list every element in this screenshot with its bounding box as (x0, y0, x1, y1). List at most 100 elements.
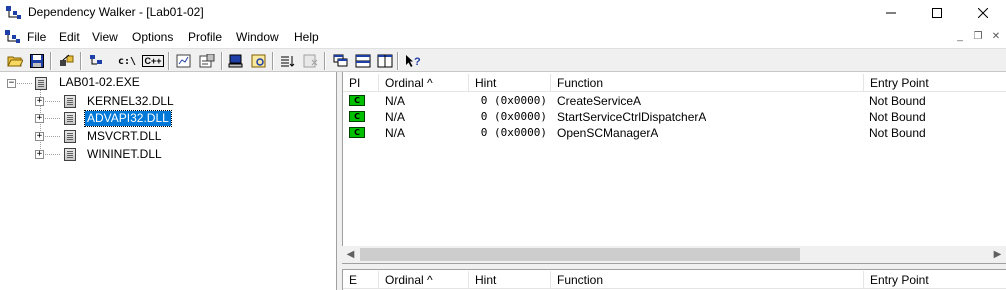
menu-options[interactable]: Options (132, 30, 173, 44)
menu-window[interactable]: Window (236, 30, 279, 44)
minimize-button[interactable] (868, 0, 914, 26)
undecorate-cpp-label: C++ (142, 55, 164, 67)
dll-module-icon (64, 130, 76, 143)
tree-module-msvcrt[interactable]: MSVCRT.DLL (85, 129, 163, 144)
scroll-left-icon[interactable]: ◀ (342, 246, 359, 263)
column-e[interactable]: E (343, 271, 379, 289)
sort-button[interactable] (276, 51, 298, 71)
find-icon (60, 54, 74, 66)
table-row[interactable]: C N/A 0 (0x0000) OpenSCManagerA Not Boun… (343, 125, 1006, 141)
tree-module-wininet[interactable]: WININET.DLL (85, 147, 164, 162)
toolbar-separator (397, 52, 399, 70)
tree-module-advapi32[interactable]: ADVAPI32.DLL (84, 110, 172, 127)
module-tree[interactable]: − LAB01-02.EXE + KERNEL32.DLL + ADVAPI32… (0, 72, 337, 290)
menu-help[interactable]: Help (294, 30, 319, 44)
mdi-close-icon[interactable]: ✕ (988, 31, 1004, 45)
imports-header: PI Ordinal ^ Hint Function Entry Point (343, 74, 1006, 92)
table-row[interactable]: C N/A 0 (0x0000) StartServiceCtrlDispatc… (343, 109, 1006, 125)
horizontal-scrollbar[interactable]: ◀ ▶ (342, 246, 1006, 263)
mdi-child-icon[interactable] (5, 30, 21, 44)
column-entry-point[interactable]: Entry Point (864, 74, 1006, 92)
save-icon (30, 54, 44, 68)
column-function[interactable]: Function (551, 74, 864, 92)
cell-hint: 0 (0x0000) (480, 110, 547, 123)
menu-bar: File Edit View Options Profile Window He… (0, 27, 1006, 47)
tree-module-kernel32[interactable]: KERNEL32.DLL (85, 94, 176, 109)
column-entry-point[interactable]: Entry Point (864, 271, 1006, 289)
cell-entry-point: Not Bound (869, 126, 926, 140)
table-row[interactable]: C N/A 0 (0x0000) CreateServiceA Not Boun… (343, 93, 1006, 109)
properties-button[interactable] (196, 51, 218, 71)
column-hint[interactable]: Hint (469, 271, 551, 289)
tile-horizontal-button[interactable] (352, 51, 374, 71)
imports-list[interactable]: PI Ordinal ^ Hint Function Entry Point C… (342, 72, 1006, 264)
tree-connector (17, 83, 32, 84)
toolbar-separator (272, 52, 274, 70)
find-button[interactable] (56, 51, 78, 71)
cell-function: CreateServiceA (557, 94, 642, 108)
column-function[interactable]: Function (551, 271, 864, 289)
tree-collapse-toggle[interactable]: − (7, 79, 16, 88)
undecorate-cpp-button[interactable]: C++ (142, 51, 164, 71)
c-function-icon: C (349, 127, 365, 138)
tree-connector (45, 101, 60, 102)
open-button[interactable] (4, 51, 26, 71)
exports-list[interactable]: E Ordinal ^ Hint Function Entry Point (342, 269, 1006, 290)
auto-expand-button[interactable] (173, 51, 195, 71)
tree-expand-toggle[interactable]: + (35, 97, 44, 106)
toolbar-separator (221, 52, 223, 70)
exe-module-icon (35, 77, 47, 90)
tree-expand-toggle[interactable]: + (35, 150, 44, 159)
save-button[interactable] (26, 51, 48, 71)
menu-edit[interactable]: Edit (59, 30, 80, 44)
copy-icon (90, 55, 102, 65)
c-function-icon: C (349, 111, 365, 122)
tile-vertical-button[interactable] (374, 51, 396, 71)
tree-connector (45, 118, 60, 119)
column-ordinal[interactable]: Ordinal ^ (379, 74, 469, 92)
tree-root-module[interactable]: LAB01-02.EXE (57, 75, 142, 90)
tree-expand-toggle[interactable]: + (35, 132, 44, 141)
cell-ordinal: N/A (385, 126, 406, 140)
column-hint[interactable]: Hint (469, 74, 551, 92)
menu-file[interactable]: File (27, 30, 46, 44)
configure-icon (303, 54, 318, 68)
mdi-restore-icon[interactable]: ❐ (970, 31, 986, 45)
menu-profile[interactable]: Profile (188, 30, 222, 44)
tree-connector (45, 154, 60, 155)
cascade-button[interactable] (330, 51, 352, 71)
c-function-icon: C (349, 95, 365, 106)
view-module-icon (251, 54, 266, 68)
app-icon (6, 6, 21, 19)
system-info-icon (228, 54, 243, 68)
help-icon: ? (406, 55, 421, 68)
maximize-icon (932, 8, 942, 18)
scroll-thumb[interactable] (360, 248, 800, 261)
full-paths-button[interactable]: c:\ (116, 51, 138, 71)
cell-function: StartServiceCtrlDispatcherA (557, 110, 707, 124)
view-module-button[interactable] (248, 51, 270, 71)
toolbar-separator (168, 52, 170, 70)
toolbar: c:\ C++ ? (0, 48, 1006, 72)
cell-ordinal: N/A (385, 94, 406, 108)
mdi-minimize-icon[interactable]: _ (952, 31, 968, 45)
auto-expand-icon (176, 54, 191, 68)
exports-header: E Ordinal ^ Hint Function Entry Point (343, 271, 1006, 289)
scroll-right-icon[interactable]: ▶ (989, 246, 1006, 263)
cell-function: OpenSCManagerA (557, 126, 659, 140)
menu-view[interactable]: View (92, 30, 118, 44)
toolbar-separator (324, 52, 326, 70)
maximize-button[interactable] (914, 0, 960, 26)
cascade-icon (333, 54, 348, 67)
tile-horizontal-icon (355, 54, 371, 68)
column-ordinal[interactable]: Ordinal ^ (379, 271, 469, 289)
copy-button[interactable] (86, 51, 108, 71)
configure-button[interactable] (300, 51, 322, 71)
tree-expand-toggle[interactable]: + (35, 114, 44, 123)
system-info-button[interactable] (225, 51, 247, 71)
help-button[interactable]: ? (402, 51, 424, 71)
column-pi[interactable]: PI (343, 74, 379, 92)
cell-entry-point: Not Bound (869, 110, 926, 124)
close-button[interactable] (960, 0, 1006, 26)
svg-text:?: ? (414, 56, 421, 68)
